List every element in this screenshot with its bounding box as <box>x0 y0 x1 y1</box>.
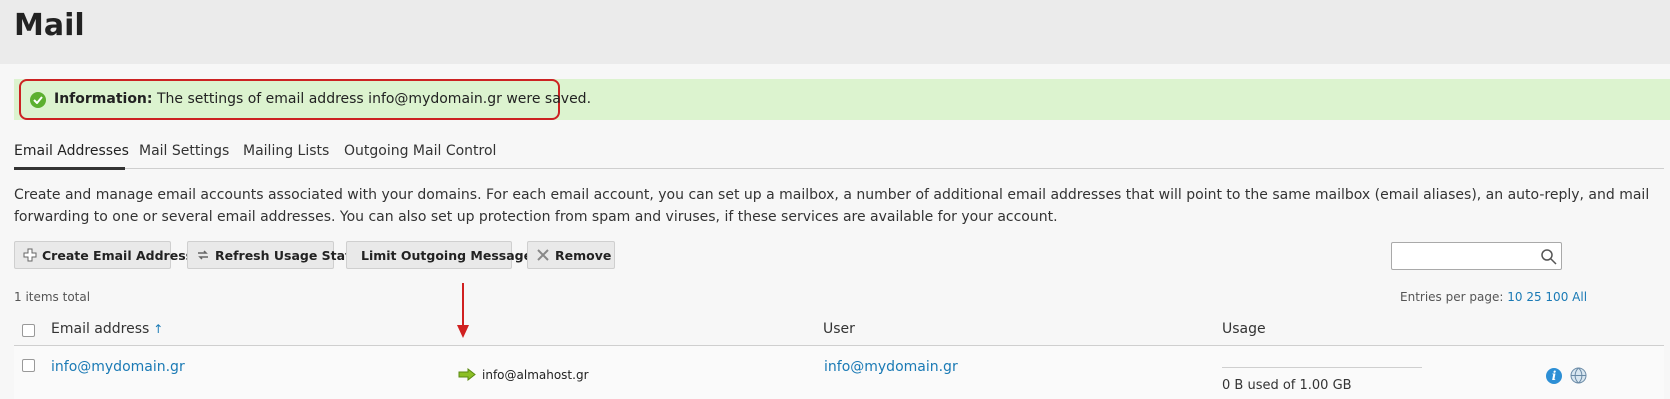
user-link[interactable]: info@mydomain.gr <box>824 359 958 375</box>
column-header-user: User <box>823 321 855 337</box>
active-tab-indicator <box>14 167 125 170</box>
tab-outgoing-mail-control[interactable]: Outgoing Mail Control <box>344 143 496 159</box>
globe-icon[interactable] <box>1570 367 1587 384</box>
refresh-usage-stats-button[interactable]: Refresh Usage Stats <box>187 241 359 269</box>
forwarding-address: info@almahost.gr <box>482 368 589 382</box>
remove-label: Remove <box>555 248 612 263</box>
items-total: 1 items total <box>14 290 91 304</box>
column-email-label: Email address <box>51 321 150 337</box>
entries-per-page-label: Entries per page: <box>1400 290 1504 304</box>
info-icon[interactable]: i <box>1546 368 1562 384</box>
email-address-link[interactable]: info@mydomain.gr <box>51 359 185 375</box>
usage-bar <box>1222 367 1422 368</box>
row-select-checkbox[interactable] <box>22 359 35 372</box>
search-field[interactable] <box>1391 242 1562 270</box>
remove-button[interactable]: Remove <box>527 241 615 269</box>
annotation-arrow <box>457 283 469 338</box>
message-label: Information: <box>54 91 153 107</box>
tab-email-addresses[interactable]: Email Addresses <box>14 143 129 159</box>
table-header: Email address ↑ User Usage <box>14 313 1664 346</box>
sort-ascending-icon: ↑ <box>153 322 164 336</box>
entries-option-10[interactable]: 10 <box>1507 290 1522 304</box>
entries-option-100[interactable]: 100 <box>1545 290 1568 304</box>
refresh-icon <box>196 248 210 262</box>
page-description: Create and manage email accounts associa… <box>14 187 1650 225</box>
create-email-address-button[interactable]: Create Email Address <box>14 241 193 269</box>
entries-per-page: Entries per page: 10 25 100 All <box>1400 290 1587 304</box>
search-icon[interactable] <box>1540 248 1558 266</box>
mail-tabs: Email Addresses Mail Settings Mailing Li… <box>14 140 1664 170</box>
tab-mailing-lists[interactable]: Mailing Lists <box>243 143 329 159</box>
page-title: Mail <box>14 8 85 43</box>
search-input[interactable] <box>1394 245 1534 267</box>
create-email-address-label: Create Email Address <box>42 248 194 263</box>
plus-icon <box>23 248 37 262</box>
select-all-checkbox[interactable] <box>22 324 35 337</box>
limit-outgoing-messages-label: Limit Outgoing Messages <box>361 248 540 263</box>
tab-mail-settings[interactable]: Mail Settings <box>139 143 229 159</box>
column-header-email[interactable]: Email address ↑ <box>51 321 163 337</box>
entries-option-all[interactable]: All <box>1572 290 1587 304</box>
message-text: The settings of email address info@mydom… <box>156 91 592 107</box>
limit-outgoing-messages-button[interactable]: Limit Outgoing Messages <box>346 241 540 269</box>
entries-option-25[interactable]: 25 <box>1526 290 1541 304</box>
check-circle-icon <box>30 92 46 108</box>
refresh-usage-stats-label: Refresh Usage Stats <box>215 248 359 263</box>
column-header-usage: Usage <box>1222 321 1266 337</box>
forward-arrow-icon <box>458 367 476 382</box>
success-message: Information: The settings of email addre… <box>54 91 591 107</box>
page-header: Mail <box>0 0 1670 64</box>
usage-text: 0 B used of 1.00 GB <box>1222 378 1352 393</box>
x-icon <box>536 248 550 262</box>
